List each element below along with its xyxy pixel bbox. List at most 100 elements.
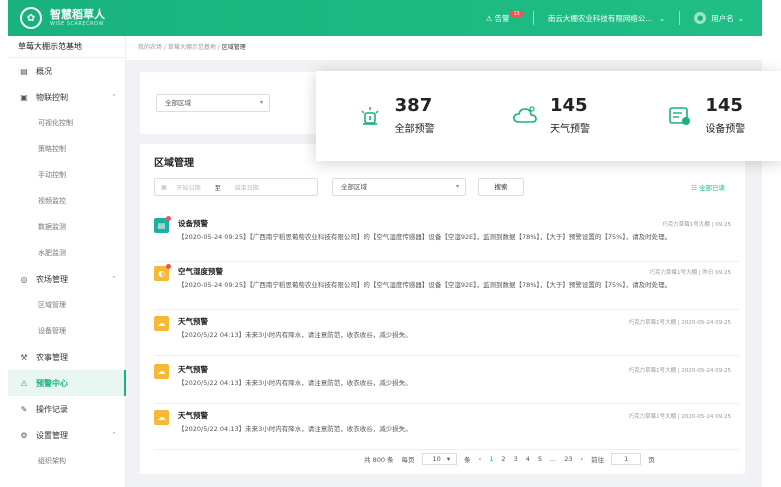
stat-value: 145 <box>549 95 588 116</box>
sidebar-item-label: 组织架构 <box>38 457 66 465</box>
sidebar-subitem[interactable]: 组织架构 <box>8 448 125 474</box>
sidebar-item-label: 水肥监测 <box>38 249 66 257</box>
breadcrumb-path[interactable]: 我的农场 / 草莓大棚示范基地 / <box>138 44 222 51</box>
company-select[interactable]: 南云大棚农业科技有限网络公... ⌄ <box>534 13 679 24</box>
chevron-up-icon: ⌃ <box>111 275 117 283</box>
alert-meta: 巧克力草莓1号大棚 | 2020-05-24 09:25 <box>628 414 731 420</box>
alert-meta: 巧克力草莓1号大棚 | 昨日 09:25 <box>649 270 731 276</box>
alert-stats-card: 387 全部预警 145 天气预警 145 设备预警 <box>316 71 781 161</box>
sidebar-item[interactable]: ◎ 农场管理 ⌃ <box>8 266 125 292</box>
per-page-label: 每页 <box>401 456 415 464</box>
alert-item[interactable]: ▤ 设备预警 巧克力草莓1号大棚 | 09:25 【2020-05-24 09:25】… <box>154 216 739 262</box>
per-page-unit: 条 <box>464 456 471 464</box>
sidebar-subitem[interactable]: 策略控制 <box>8 136 125 162</box>
unread-dot <box>166 216 171 221</box>
alert-item[interactable]: ☁ 天气预警 巧克力草莓1号大棚 | 2020-05-24 09:25 【2020/5… <box>154 410 739 450</box>
page-number[interactable]: 5 <box>538 455 542 463</box>
panel-title: 区域管理 <box>154 158 194 169</box>
logo[interactable]: ✿ 智慧稻草人 WISE SCARECROW <box>20 7 105 29</box>
read-all-label: 全部已读 <box>699 184 725 192</box>
sidebar: 草莓大棚示范基地 ▤ 概况 ▣ 物联控制 ⌃ 可视化控制 策略控制 手动控制视频监控数据监测水… <box>8 36 126 487</box>
settings-icon: ⚙ <box>20 430 28 440</box>
device-icon <box>663 99 697 133</box>
farm-icon: ◎ <box>20 274 28 284</box>
stat-value: 387 <box>394 95 433 116</box>
sidebar-subitem[interactable]: 设备管理 <box>8 318 125 344</box>
stat-device[interactable]: 145 设备预警 <box>627 71 781 161</box>
page-number[interactable]: 1 <box>489 455 493 463</box>
alert-body: 【2020/5/22 04:13】未来3小时内有降水，请注意防范，收衣收谷，减少… <box>178 425 412 433</box>
page-unit: 页 <box>648 456 655 464</box>
sidebar-subitem[interactable]: 区域管理 <box>8 292 125 318</box>
goto-input[interactable]: 1 <box>611 453 642 465</box>
stat-label: 设备预警 <box>705 124 746 135</box>
alarm-label: 告警 <box>494 13 510 23</box>
next-page-icon[interactable]: › <box>580 455 583 463</box>
search-button[interactable]: 搜索 <box>478 178 524 196</box>
alert-item[interactable]: ☁ 天气预警 巧克力草莓1号大棚 | 2020-05-24 09:25 【2020/5… <box>154 364 739 404</box>
sidebar-item[interactable]: ▤ 概况 <box>8 58 125 84</box>
end-date-input[interactable]: 结束日期 <box>235 183 259 192</box>
alert-body: 【2020-05-24 09:25】【广西南宁稻思葡萄农业科技有限公司】的【空气… <box>178 281 672 289</box>
sidebar-item[interactable]: ⚠ 预警中心 <box>8 370 126 396</box>
panel-region-select-value: 全部区域 <box>341 183 367 191</box>
stat-total[interactable]: 387 全部预警 <box>316 71 471 161</box>
unread-dot <box>166 264 171 269</box>
sidebar-item[interactable]: ✎ 操作记录 <box>8 396 125 422</box>
brand-subtitle: WISE SCARECROW <box>50 21 104 27</box>
alert-meta: 巧克力草莓1号大棚 | 2020-05-24 09:25 <box>628 368 731 374</box>
region-select[interactable]: 全部区域 ▾ <box>156 94 270 112</box>
sidebar-subitem[interactable]: 水肥监测 <box>8 240 125 266</box>
avatar: ● <box>694 12 707 24</box>
weather-alert-icon: ☁ <box>154 410 169 425</box>
sidebar-subitem[interactable]: 手动控制 <box>8 162 125 188</box>
sidebar-item-label: 数据监测 <box>38 223 66 231</box>
prev-page-icon[interactable]: ‹ <box>479 455 482 463</box>
per-page-select[interactable]: 10 ▾ <box>421 453 458 465</box>
monitor-icon: ▣ <box>20 92 28 102</box>
sidebar-item[interactable]: ⚒ 农事管理 <box>8 344 125 370</box>
stat-weather[interactable]: 145 天气预警 <box>471 71 626 161</box>
read-all-button[interactable]: ☷ 全部已读 <box>691 182 725 192</box>
caret-down-icon: ▾ <box>259 99 263 106</box>
sidebar-item-label: 预警中心 <box>36 378 68 388</box>
page-number[interactable]: 3 <box>514 455 518 463</box>
total-count: 共 800 条 <box>364 456 394 464</box>
alert-title: 设备预警 <box>178 219 208 228</box>
chevron-down-icon: ⌄ <box>737 13 744 23</box>
sidebar-item-label: 操作记录 <box>36 404 68 414</box>
region-select-value: 全部区域 <box>165 99 191 107</box>
farm-title[interactable]: 草莓大棚示范基地 <box>8 36 125 58</box>
sidebar-item-label: 农场管理 <box>36 274 68 284</box>
pagination: 共 800 条 每页 10 ▾ 条 ‹ 1 2 3 4 5... 23 › 前往 1 页 <box>360 453 659 465</box>
calendar-icon: ▦ <box>161 183 167 191</box>
breadcrumb: 我的农场 / 草莓大棚示范基地 / 区域管理 <box>126 36 762 60</box>
logo-icon: ✿ <box>20 7 42 29</box>
sidebar-subitem[interactable]: 可视化控制 <box>8 110 125 136</box>
page-number[interactable]: 4 <box>526 455 530 463</box>
user-menu[interactable]: ● 用户名 ⌄ <box>680 12 762 24</box>
sidebar-item-label: 视频监控 <box>38 197 66 205</box>
panel-region-select[interactable]: 全部区域 ▾ <box>332 178 466 196</box>
sidebar-item[interactable]: ⚙ 设置管理 ⌃ <box>8 422 125 448</box>
sidebar-subitem[interactable]: 视频监控 <box>8 188 125 214</box>
alert-body: 【2020-05-24 09:25】【广西南宁稻思葡萄农业科技有限公司】的【空气… <box>178 233 672 241</box>
alert-panel: 区域管理 ▦ 开始日期 至 结束日期 全部区域 ▾ 搜索 ☷ 全部已读 ▤ 设备预… <box>140 144 745 474</box>
page-number[interactable]: 23 <box>564 455 572 463</box>
alert-body: 【2020/5/22 04:13】未来3小时内有降水，请注意防范，收衣收谷，减少… <box>178 331 412 339</box>
sidebar-item-label: 概况 <box>36 66 52 76</box>
username: 用户名 <box>711 13 734 23</box>
alert-center-icon: ⚠ <box>20 378 28 388</box>
sidebar-item-label: 物联控制 <box>36 92 68 102</box>
sidebar-item-label: 区域管理 <box>38 301 66 309</box>
alert-item[interactable]: ◐ 空气湿度预警 巧克力草莓1号大棚 | 昨日 09:25 【2020-05-24 0… <box>154 264 739 310</box>
sidebar-subitem[interactable]: 数据监测 <box>8 214 125 240</box>
sidebar-item[interactable]: ▣ 物联控制 ⌃ <box>8 84 125 110</box>
start-date-input[interactable]: 开始日期 <box>177 183 201 192</box>
alert-title: 天气预警 <box>178 411 208 420</box>
page-number[interactable]: 2 <box>501 455 505 463</box>
date-range-picker[interactable]: ▦ 开始日期 至 结束日期 <box>154 178 318 196</box>
alert-item[interactable]: ☁ 天气预警 巧克力草莓1号大棚 | 2020-05-24 09:25 【2020/5… <box>154 316 739 356</box>
alarm-button[interactable]: ⚠ 告警 15 <box>476 11 533 24</box>
company-name: 南云大棚农业科技有限网络公... <box>547 13 653 23</box>
